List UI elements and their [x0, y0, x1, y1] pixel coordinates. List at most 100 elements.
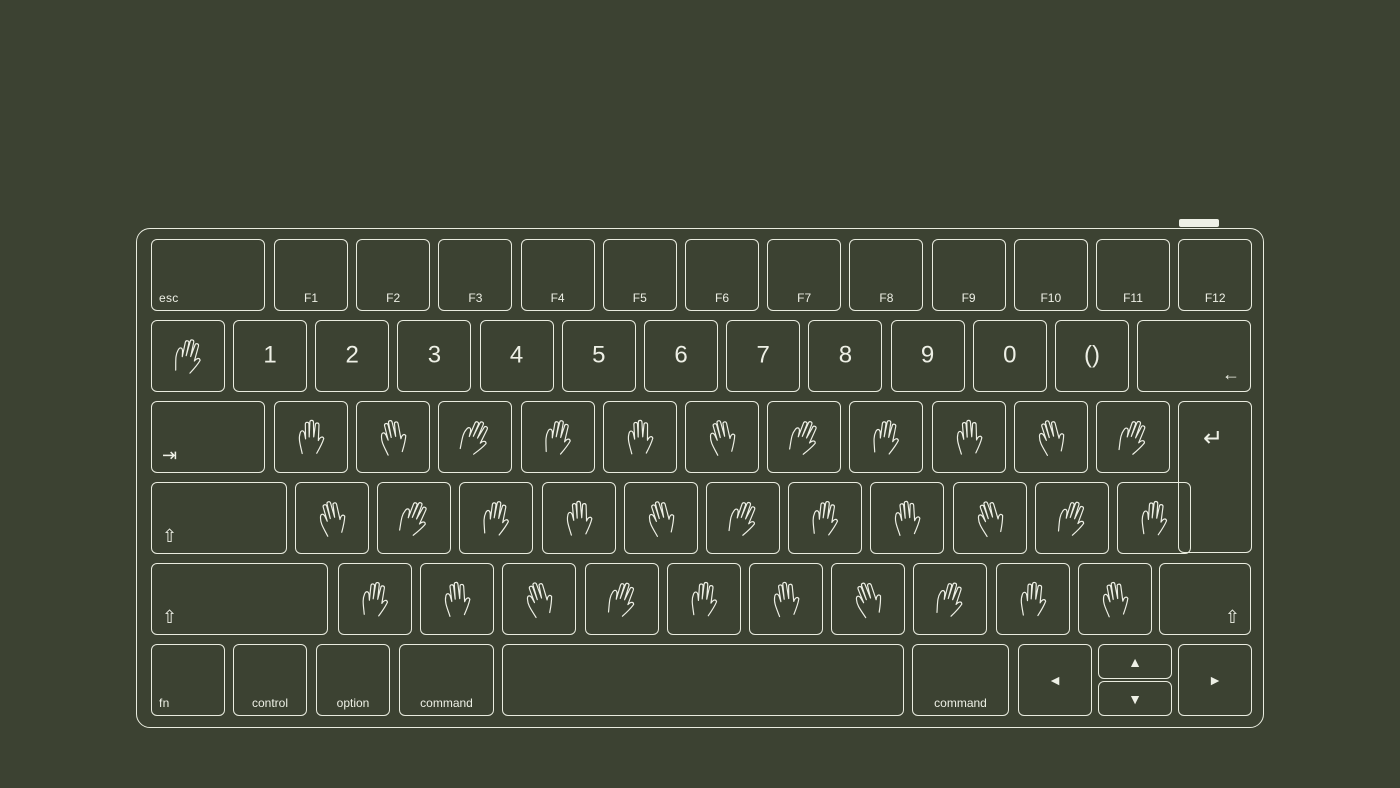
- key-sign-letter[interactable]: [870, 482, 945, 554]
- key-sign-letter[interactable]: [520, 401, 595, 473]
- key-fn[interactable]: fn: [151, 644, 225, 716]
- key-sign-letter[interactable]: [338, 563, 412, 635]
- key-number-3[interactable]: 4: [479, 320, 554, 392]
- key-sign-letter[interactable]: [623, 482, 698, 554]
- key-sign-letter[interactable]: [767, 401, 842, 473]
- key-sign-letter[interactable]: [1096, 401, 1170, 473]
- sign-hand-icon: [641, 496, 681, 540]
- key-sign-letter[interactable]: [995, 563, 1070, 635]
- key-label: (): [1084, 341, 1100, 369]
- key-sign-letter[interactable]: [459, 482, 534, 554]
- key-number-9[interactable]: 0: [972, 320, 1047, 392]
- key-arrow-right[interactable]: ►: [1178, 644, 1252, 716]
- key-sign-letter[interactable]: [913, 563, 988, 635]
- key-label: 6: [674, 341, 688, 369]
- key-sign-letter[interactable]: [295, 482, 369, 554]
- arrow-up-icon: ▲: [1128, 653, 1142, 670]
- key-sign-letter[interactable]: [1077, 563, 1152, 635]
- key-sign-letter[interactable]: [274, 401, 348, 473]
- backspace-icon: ←: [1222, 364, 1240, 384]
- key-sign-letter[interactable]: [420, 563, 495, 635]
- key-label: 3: [427, 341, 442, 369]
- key-label: F6: [714, 291, 729, 305]
- key-option[interactable]: option: [316, 644, 390, 716]
- key-sign-letter[interactable]: [584, 563, 659, 635]
- key-sign-letter[interactable]: [1117, 482, 1191, 554]
- arrow-right-icon: ►: [1208, 672, 1222, 688]
- key-number-7[interactable]: 8: [808, 320, 883, 392]
- key-sign-grave[interactable]: [151, 320, 225, 392]
- sign-hand-icon: [620, 415, 660, 459]
- key-number-0[interactable]: 1: [233, 320, 307, 392]
- key-sign-letter[interactable]: [666, 563, 741, 635]
- key-arrow-down[interactable]: ▼: [1098, 681, 1172, 716]
- key-sign-letter[interactable]: [952, 482, 1027, 554]
- key-f10[interactable]: F10: [1013, 239, 1088, 311]
- key-sign-letter[interactable]: [377, 482, 452, 554]
- key-label: F5: [632, 291, 647, 305]
- key-control[interactable]: control: [233, 644, 307, 716]
- sign-hand-icon: [291, 415, 331, 459]
- key-number-8[interactable]: 9: [890, 320, 965, 392]
- key-f11[interactable]: F11: [1096, 239, 1170, 311]
- sign-hand-icon: [355, 577, 395, 621]
- key-label: 2: [345, 341, 359, 369]
- key-command-right[interactable]: command: [912, 644, 1009, 716]
- key-arrow-up[interactable]: ▲: [1098, 644, 1172, 679]
- key-label: F2: [386, 291, 401, 305]
- key-number-4[interactable]: 5: [561, 320, 636, 392]
- key-number-6[interactable]: 7: [726, 320, 801, 392]
- key-backspace[interactable]: ←: [1137, 320, 1251, 392]
- key-sign-letter[interactable]: [438, 401, 513, 473]
- key-label: fn: [159, 696, 170, 710]
- key-sign-letter[interactable]: [541, 482, 616, 554]
- key-sign-letter[interactable]: [706, 482, 780, 554]
- key-number-1[interactable]: 2: [315, 320, 390, 392]
- key-label: F8: [879, 291, 894, 305]
- key-sign-letter[interactable]: [685, 401, 759, 473]
- key-sign-letter[interactable]: [356, 401, 431, 473]
- key-sign-letter[interactable]: [1034, 482, 1109, 554]
- key-sign-letter[interactable]: [502, 563, 577, 635]
- key-f5[interactable]: F5: [602, 239, 677, 311]
- key-label: F12: [1204, 291, 1226, 305]
- key-f6[interactable]: F6: [685, 239, 759, 311]
- sign-hand-icon: [766, 577, 806, 621]
- key-f9[interactable]: F9: [931, 239, 1006, 311]
- key-label: 5: [592, 341, 606, 369]
- key-f4[interactable]: F4: [520, 239, 595, 311]
- key-label: esc: [159, 291, 179, 305]
- key-sign-letter[interactable]: [1013, 401, 1088, 473]
- key-number-5[interactable]: 6: [644, 320, 718, 392]
- key-label: F1: [303, 291, 318, 305]
- key-f2[interactable]: F2: [356, 239, 431, 311]
- key-sign-letter[interactable]: [931, 401, 1006, 473]
- key-sign-letter[interactable]: [831, 563, 906, 635]
- key-f1[interactable]: F1: [274, 239, 348, 311]
- key-sign-letter[interactable]: [602, 401, 677, 473]
- key-caps-lock[interactable]: ⇧: [151, 482, 287, 554]
- key-shift-left[interactable]: ⇧: [151, 563, 328, 635]
- sign-hand-icon: [848, 577, 888, 621]
- key-label: F3: [468, 291, 483, 305]
- key-number-2[interactable]: 3: [397, 320, 472, 392]
- key-f12[interactable]: F12: [1178, 239, 1253, 311]
- key-sign-letter[interactable]: [749, 563, 823, 635]
- sign-hand-icon: [519, 577, 559, 621]
- sign-hand-icon: [866, 415, 906, 459]
- key-shift-right[interactable]: ⇧: [1159, 563, 1251, 635]
- key-sign-letter[interactable]: [849, 401, 924, 473]
- key-sign-letter[interactable]: [788, 482, 863, 554]
- key-arrow-left[interactable]: ◄: [1018, 644, 1092, 716]
- key-label: 4: [509, 341, 524, 369]
- key-esc[interactable]: esc: [151, 239, 265, 311]
- key-command-left[interactable]: command: [399, 644, 494, 716]
- key-space[interactable]: [502, 644, 904, 716]
- key-number-10[interactable]: (): [1055, 320, 1129, 392]
- sign-hand-icon: [373, 415, 413, 459]
- key-tab[interactable]: ⇥: [151, 401, 265, 473]
- key-f8[interactable]: F8: [849, 239, 924, 311]
- arrow-down-icon: ▼: [1128, 690, 1142, 707]
- key-f7[interactable]: F7: [767, 239, 842, 311]
- key-f3[interactable]: F3: [438, 239, 513, 311]
